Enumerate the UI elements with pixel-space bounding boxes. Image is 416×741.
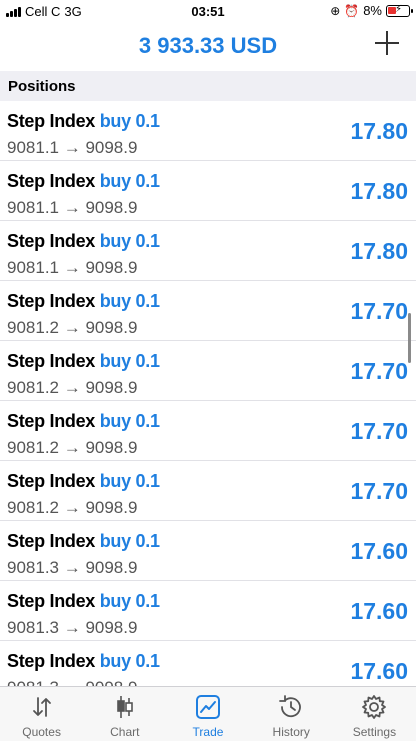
position-symbol: Step Index bbox=[7, 651, 96, 671]
scrollbar[interactable] bbox=[408, 313, 411, 363]
position-row[interactable]: Step Index buy 0.1 9081.2 → 9098.9 17.70 bbox=[0, 281, 416, 341]
position-row[interactable]: Step Index buy 0.1 9081.1 → 9098.9 17.80 bbox=[0, 101, 416, 161]
position-row[interactable]: Step Index buy 0.1 9081.2 → 9098.9 17.70 bbox=[0, 341, 416, 401]
position-side: buy 0.1 bbox=[99, 231, 160, 251]
position-row[interactable]: Step Index buy 0.1 9081.3 → 9098.9 17.60 bbox=[0, 641, 416, 686]
position-side: buy 0.1 bbox=[99, 111, 160, 131]
position-symbol: Step Index bbox=[7, 471, 96, 491]
position-profit: 17.60 bbox=[350, 658, 408, 684]
position-row[interactable]: Step Index buy 0.1 9081.2 → 9098.9 17.70 bbox=[0, 401, 416, 461]
history-clock-icon bbox=[279, 695, 302, 718]
positions-list[interactable]: Step Index buy 0.1 9081.1 → 9098.9 17.80… bbox=[0, 101, 416, 686]
tab-quotes[interactable]: Quotes bbox=[0, 687, 83, 741]
position-profit: 17.70 bbox=[350, 478, 408, 504]
position-symbol: Step Index bbox=[7, 351, 96, 371]
tab-history[interactable]: History bbox=[250, 687, 333, 741]
position-profit: 17.70 bbox=[350, 358, 408, 384]
position-side: buy 0.1 bbox=[99, 471, 160, 491]
position-symbol: Step Index bbox=[7, 411, 96, 431]
position-side: buy 0.1 bbox=[99, 591, 160, 611]
tab-label: Chart bbox=[110, 725, 140, 739]
section-title: Positions bbox=[8, 78, 76, 95]
position-prices: 9081.2 → 9098.9 bbox=[7, 438, 138, 457]
position-side: buy 0.1 bbox=[99, 291, 160, 311]
position-prices: 9081.1 → 9098.9 bbox=[7, 138, 138, 157]
tab-label: Trade bbox=[192, 725, 224, 739]
tab-label: History bbox=[272, 725, 310, 739]
position-symbol: Step Index bbox=[7, 591, 96, 611]
trade-chart-icon bbox=[196, 695, 220, 719]
position-row[interactable]: Step Index buy 0.1 9081.3 → 9098.9 17.60 bbox=[0, 521, 416, 581]
account-balance: 3 933.33 USD bbox=[138, 33, 278, 58]
quotes-arrows-icon bbox=[32, 697, 51, 717]
tab-bar: Quotes Chart Trade History Settings bbox=[0, 686, 416, 741]
position-symbol: Step Index bbox=[7, 231, 96, 251]
plus-icon[interactable] bbox=[374, 30, 400, 56]
alarm-icon: ⏰ bbox=[344, 3, 360, 18]
position-row[interactable]: Step Index buy 0.1 9081.1 → 9098.9 17.80 bbox=[0, 161, 416, 221]
position-prices: 9081.3 → 9098.9 bbox=[7, 678, 137, 686]
position-symbol: Step Index bbox=[7, 111, 96, 131]
position-row[interactable]: Step Index buy 0.1 9081.3 → 9098.9 17.60 bbox=[0, 581, 416, 641]
position-symbol: Step Index bbox=[7, 291, 96, 311]
position-side: buy 0.1 bbox=[99, 411, 160, 431]
position-side: buy 0.1 bbox=[99, 531, 160, 551]
position-row[interactable]: Step Index buy 0.1 9081.1 → 9098.9 17.80 bbox=[0, 221, 416, 281]
position-side: buy 0.1 bbox=[99, 171, 160, 191]
position-symbol: Step Index bbox=[7, 171, 96, 191]
orientation-lock-icon: ⊕ bbox=[330, 3, 341, 18]
battery-icon: ⚡ bbox=[386, 4, 413, 17]
tab-chart[interactable]: Chart bbox=[83, 687, 166, 741]
tab-label: Settings bbox=[352, 725, 397, 739]
tab-trade[interactable]: Trade bbox=[166, 687, 249, 741]
position-profit: 17.80 bbox=[350, 238, 408, 264]
position-side: buy 0.1 bbox=[99, 351, 160, 371]
candlestick-chart-icon bbox=[116, 696, 133, 718]
tab-label: Quotes bbox=[22, 725, 61, 739]
header: 3 933.33 USD bbox=[0, 24, 416, 70]
position-profit: 17.80 bbox=[350, 118, 408, 144]
position-profit: 17.70 bbox=[350, 298, 408, 324]
position-profit: 17.70 bbox=[350, 418, 408, 444]
position-row[interactable]: Step Index buy 0.1 9081.2 → 9098.9 17.70 bbox=[0, 461, 416, 521]
position-profit: 17.60 bbox=[350, 538, 408, 564]
position-prices: 9081.3 → 9098.9 bbox=[7, 558, 138, 577]
gear-icon bbox=[362, 695, 387, 719]
position-profit: 17.80 bbox=[350, 178, 408, 204]
position-side: buy 0.1 bbox=[99, 651, 160, 671]
status-bar: Cell C 3G 03:51 ⊕ ⏰ 8% ⚡ bbox=[0, 0, 416, 24]
position-prices: 9081.2 → 9098.9 bbox=[7, 498, 138, 517]
position-profit: 17.60 bbox=[350, 598, 408, 624]
position-prices: 9081.2 → 9098.9 bbox=[7, 318, 138, 337]
position-prices: 9081.2 → 9098.9 bbox=[7, 378, 138, 397]
position-prices: 9081.3 → 9098.9 bbox=[7, 618, 138, 637]
position-symbol: Step Index bbox=[7, 531, 96, 551]
tab-settings[interactable]: Settings bbox=[333, 687, 416, 741]
position-prices: 9081.1 → 9098.9 bbox=[7, 258, 138, 277]
positions-section-header: Positions bbox=[0, 71, 416, 101]
position-prices: 9081.1 → 9098.9 bbox=[7, 198, 138, 217]
battery-percent: 8% bbox=[363, 3, 382, 18]
status-right: ⊕ ⏰ 8% ⚡ bbox=[330, 3, 413, 18]
